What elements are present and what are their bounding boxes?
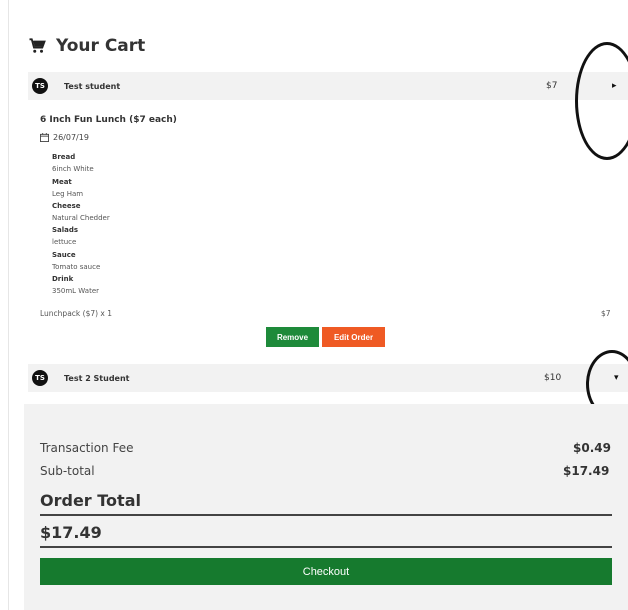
transaction-fee-value: $0.49: [573, 441, 611, 455]
detail-label-meat: Meat: [52, 178, 72, 186]
hand-drawn-circle: [575, 42, 628, 160]
edit-order-button[interactable]: Edit Order: [322, 327, 385, 347]
lunchpack-line: Lunchpack ($7) x 1: [40, 309, 113, 318]
subtotal-value: $17.49: [563, 464, 610, 478]
student-name: Test 2 Student: [64, 373, 130, 383]
cart-header: Your Cart: [28, 34, 145, 58]
detail-value-bread: 6inch White: [52, 165, 94, 173]
divider: [40, 514, 612, 516]
detail-label-sauce: Sauce: [52, 251, 76, 259]
detail-value-salads: lettuce: [52, 238, 77, 246]
student-name: Test student: [64, 81, 121, 91]
student-price: $10: [544, 373, 562, 383]
detail-label-salads: Salads: [52, 226, 79, 234]
student-price: $7: [546, 81, 558, 91]
detail-value-sauce: Tomato sauce: [52, 263, 101, 271]
detail-label-bread: Bread: [52, 153, 76, 161]
detail-value-cheese: Natural Chedder: [52, 214, 110, 222]
remove-button[interactable]: Remove: [266, 327, 319, 347]
page-title: Your Cart: [56, 36, 146, 56]
left-border: [8, 0, 9, 610]
avatar: TS: [32, 78, 48, 94]
calendar-icon: [40, 133, 49, 142]
shopping-cart-icon: [29, 38, 46, 53]
avatar: TS: [32, 370, 48, 386]
date-text: 26/07/19: [53, 133, 89, 142]
student-row-2[interactable]: TS Test 2 Student $10 ▾: [28, 364, 628, 392]
transaction-fee-label: Transaction Fee: [40, 441, 134, 455]
item-title: 6 Inch Fun Lunch ($7 each): [40, 115, 177, 125]
checkout-button[interactable]: Checkout: [40, 558, 612, 585]
student-row-1[interactable]: TS Test student $7 ▸: [28, 72, 628, 100]
order-total-label: Order Total: [40, 491, 141, 510]
subtotal-label: Sub-total: [40, 464, 95, 478]
divider: [40, 546, 612, 548]
detail-value-meat: Leg Ham: [52, 190, 84, 198]
order-total-value: $17.49: [40, 523, 102, 542]
order-date: 26/07/19: [40, 133, 89, 142]
detail-value-drink: 350mL Water: [52, 287, 99, 295]
lunchpack-price: $7: [601, 309, 611, 318]
detail-label-drink: Drink: [52, 275, 74, 283]
detail-label-cheese: Cheese: [52, 202, 81, 210]
